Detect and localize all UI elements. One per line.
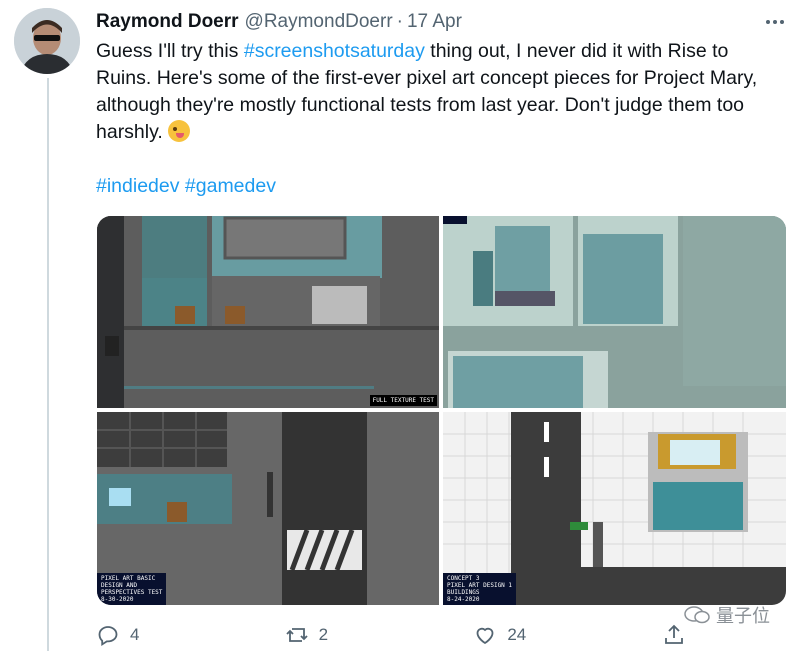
- hashtag-link[interactable]: #screenshotsaturday: [244, 40, 425, 62]
- wechat-logo-icon: [684, 606, 710, 624]
- concept-caption: CONCEPT 3 PIXEL ART DESIGN 1 BUILDINGS 8…: [443, 573, 517, 605]
- avatar[interactable]: [14, 8, 80, 74]
- media-image-basic-design-test[interactable]: PIXEL ART BASIC DESIGN AND PERSPECTIVES …: [97, 412, 439, 605]
- tweet-text: Guess I'll try this #screenshotsaturday …: [96, 38, 786, 146]
- retweet-count: 2: [318, 625, 329, 644]
- full-texture-test-label: FULL TEXTURE TEST: [369, 395, 437, 406]
- tweet-date[interactable]: 17 Apr: [407, 11, 462, 33]
- watermark-text: 量子位: [716, 606, 770, 626]
- tweet-header: Raymond Doerr @RaymondDoerr · 17 Apr: [96, 8, 784, 36]
- like-count: 24: [507, 625, 527, 644]
- reply-icon: [98, 626, 118, 647]
- basic-design-caption: PIXEL ART BASIC DESIGN AND PERSPECTIVES …: [97, 573, 167, 605]
- media-grid: FULL TEXTURE TEST PIXEL ART BASIC DESIGN…: [97, 216, 786, 605]
- reply-count: 4: [130, 625, 140, 644]
- hashtag-link[interactable]: #indiedev: [96, 175, 179, 197]
- hashtag-line: #indiedev #gamedev: [96, 175, 276, 198]
- thread-line: [47, 78, 49, 651]
- avatar-photo: [14, 8, 80, 74]
- pixel-art-street-image: [97, 216, 439, 408]
- media-image-full-texture-test[interactable]: FULL TEXTURE TEST: [97, 216, 439, 408]
- author-name[interactable]: Raymond Doerr: [96, 11, 239, 33]
- author-handle[interactable]: @RaymondDoerr: [245, 11, 393, 33]
- separator-dot: ·: [396, 11, 403, 32]
- retweet-icon: [286, 628, 308, 642]
- reply-button[interactable]: 4: [96, 623, 285, 647]
- tweet-text-part: Guess I'll try this: [96, 40, 244, 62]
- face-with-tongue-emoji: [168, 120, 191, 142]
- hashtag-link[interactable]: #gamedev: [185, 175, 276, 197]
- pixel-art-buildings-image: [443, 216, 786, 408]
- more-options-icon[interactable]: [766, 12, 784, 32]
- watermark: 量子位: [684, 602, 770, 628]
- share-button[interactable]: [662, 623, 686, 647]
- retweet-button[interactable]: 2: [285, 623, 474, 647]
- like-button[interactable]: 24: [473, 623, 662, 647]
- tweet-actions: 4 2 24: [96, 618, 686, 652]
- like-icon: [476, 627, 494, 645]
- share-icon: [665, 624, 683, 644]
- media-image-buildings-grid[interactable]: [443, 216, 786, 408]
- media-image-concept-buildings[interactable]: CONCEPT 3 PIXEL ART DESIGN 1 BUILDINGS 8…: [443, 412, 786, 605]
